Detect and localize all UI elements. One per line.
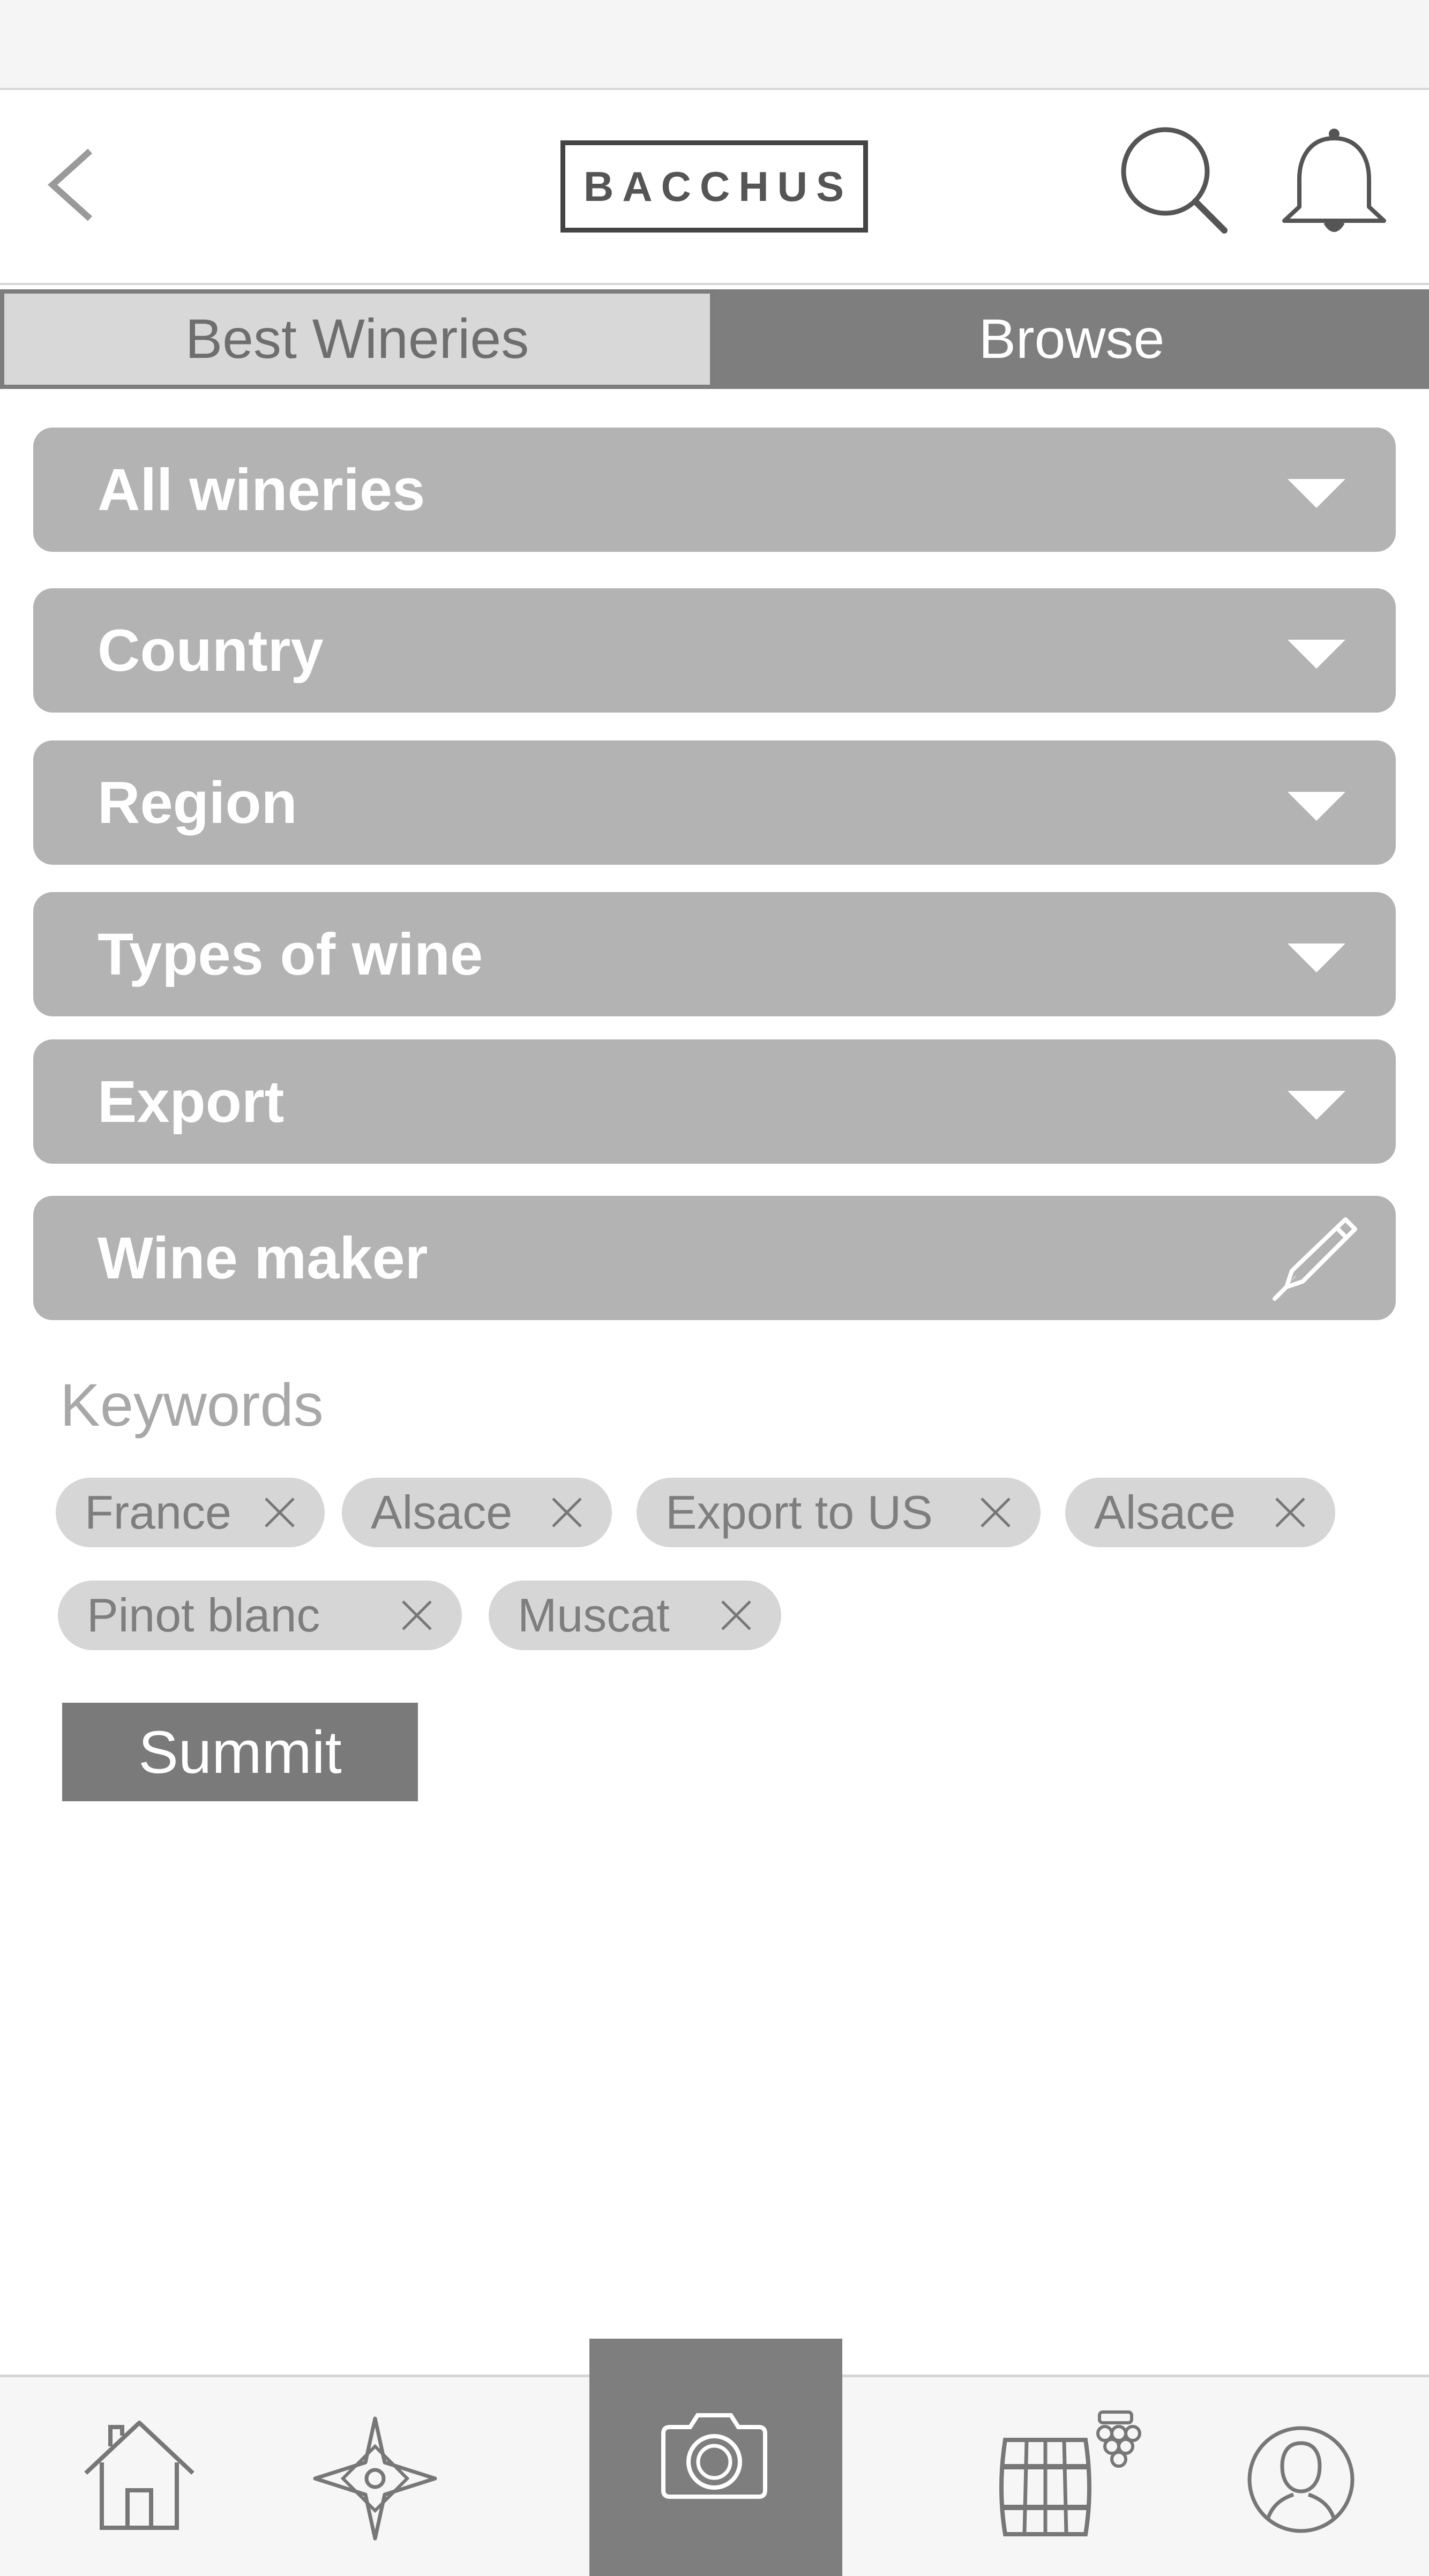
all-wineries-dropdown[interactable]: All wineries: [33, 428, 1396, 552]
region-dropdown[interactable]: Region: [33, 740, 1396, 865]
keyword-chip: Alsace: [342, 1478, 612, 1547]
submit-button[interactable]: Summit: [62, 1703, 418, 1801]
chevron-down-icon: [1288, 640, 1345, 669]
logo-text: BACCHUS: [583, 162, 852, 210]
chip-label: Pinot blanc: [87, 1589, 320, 1642]
chip-label: Alsace: [371, 1486, 513, 1539]
home-icon[interactable]: [80, 2415, 198, 2533]
tab-label: Best Wineries: [185, 308, 529, 370]
chevron-left-icon[interactable]: [42, 145, 101, 225]
chevron-down-icon: [1288, 479, 1345, 508]
close-icon[interactable]: [400, 1598, 434, 1633]
chevron-down-icon: [1288, 792, 1345, 821]
keyword-chip: Export to US: [637, 1478, 1041, 1547]
search-icon[interactable]: [1117, 124, 1230, 237]
dropdown-label: Region: [98, 769, 297, 836]
bell-icon[interactable]: [1278, 126, 1390, 244]
field-label: Wine maker: [98, 1225, 428, 1291]
tab-label: Browse: [978, 308, 1165, 370]
tab-best-wineries[interactable]: Best Wineries: [0, 289, 714, 389]
chevron-down-icon: [1288, 943, 1345, 972]
chevron-down-icon: [1288, 1091, 1345, 1120]
tab-browse[interactable]: Browse: [714, 289, 1429, 389]
user-icon[interactable]: [1246, 2425, 1356, 2534]
keyword-chip: Muscat: [489, 1581, 781, 1650]
dropdown-label: Export: [98, 1068, 285, 1135]
close-icon[interactable]: [719, 1598, 753, 1633]
chip-label: Export to US: [665, 1486, 933, 1539]
close-icon[interactable]: [550, 1495, 584, 1530]
camera-icon: [661, 2413, 767, 2499]
barrel-icon[interactable]: [994, 2408, 1150, 2536]
keyword-chip: France: [56, 1478, 325, 1547]
pen-icon: [1273, 1217, 1357, 1301]
tab-bar: Best Wineries Browse: [0, 289, 1429, 389]
logo: BACCHUS: [560, 140, 868, 233]
chip-label: France: [85, 1486, 231, 1539]
dropdown-label: Country: [98, 617, 324, 684]
types-of-wine-dropdown[interactable]: Types of wine: [33, 892, 1396, 1016]
compass-icon[interactable]: [311, 2414, 439, 2543]
chip-label: Muscat: [518, 1589, 670, 1642]
chip-label: Alsace: [1094, 1486, 1236, 1539]
status-bar: [0, 0, 1429, 90]
dropdown-label: Types of wine: [98, 921, 483, 987]
keywords-title: Keywords: [60, 1372, 324, 1439]
export-dropdown[interactable]: Export: [33, 1039, 1396, 1164]
close-icon[interactable]: [263, 1495, 297, 1530]
close-icon[interactable]: [1273, 1495, 1307, 1530]
close-icon[interactable]: [978, 1495, 1013, 1530]
submit-label: Summit: [138, 1718, 342, 1786]
wine-maker-field[interactable]: Wine maker: [33, 1196, 1396, 1320]
country-dropdown[interactable]: Country: [33, 588, 1396, 713]
keyword-chip: Alsace: [1065, 1478, 1335, 1547]
dropdown-label: All wineries: [98, 456, 425, 523]
keyword-chip: Pinot blanc: [58, 1581, 462, 1650]
